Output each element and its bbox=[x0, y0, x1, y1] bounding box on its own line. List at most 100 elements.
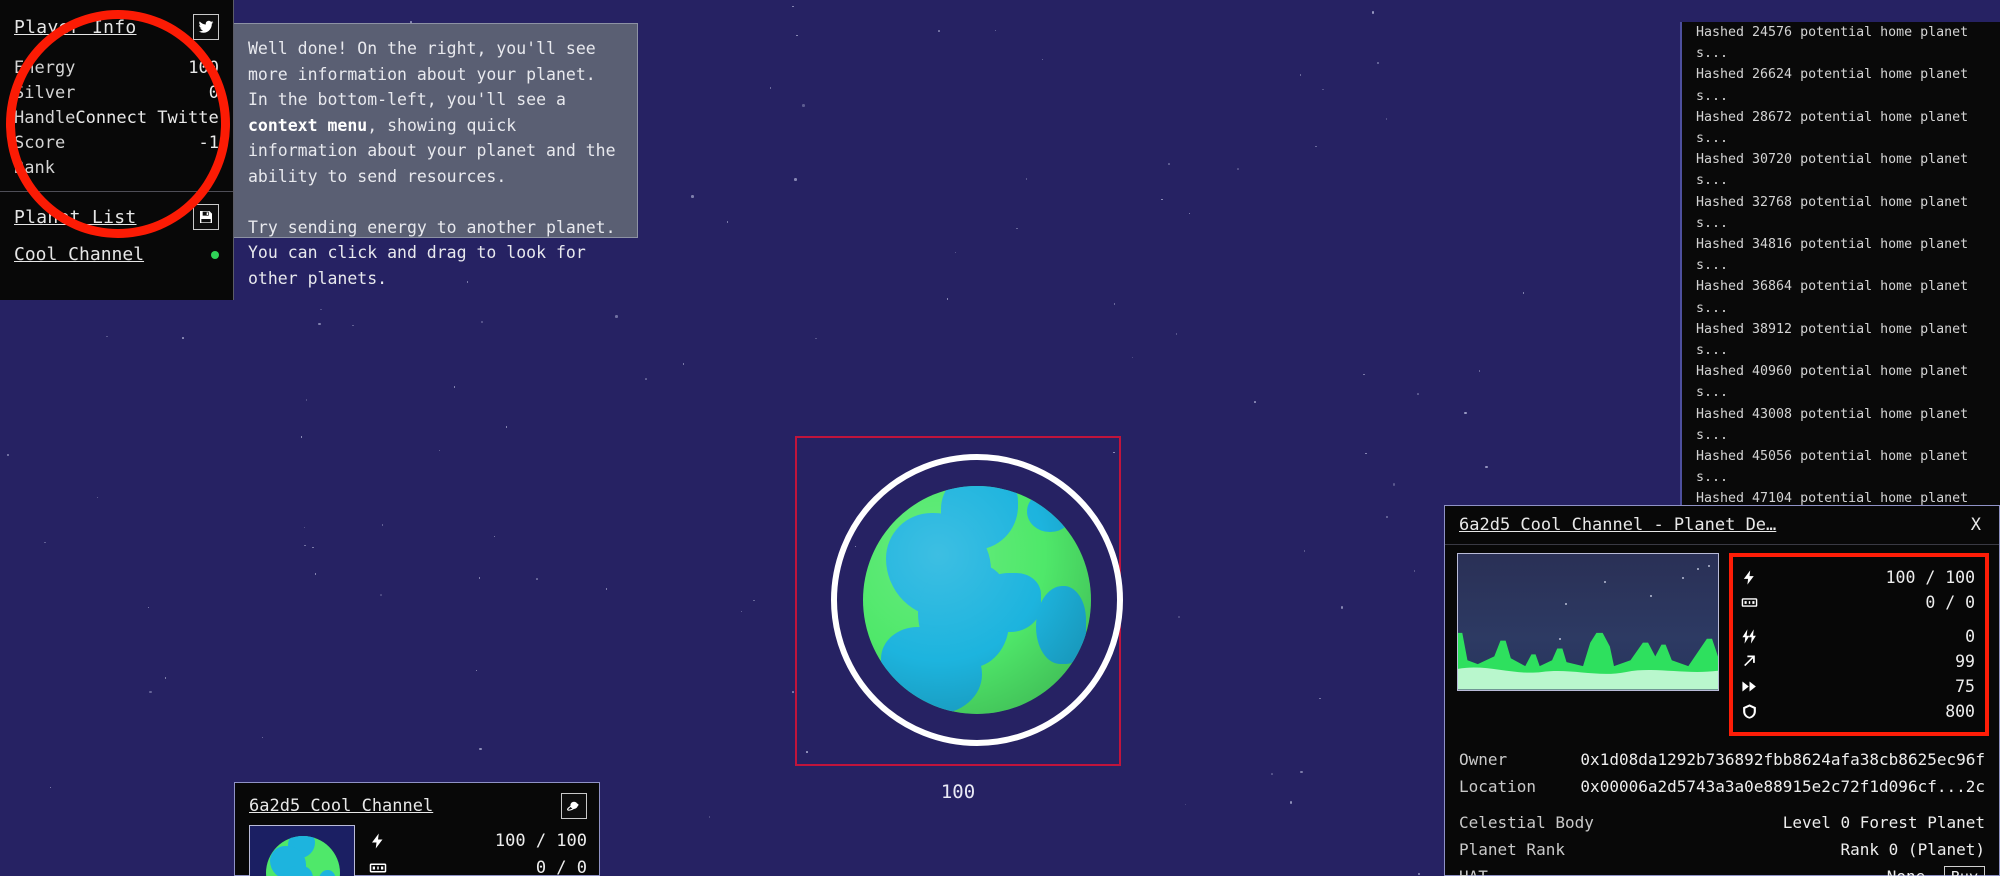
row-value: -1 bbox=[199, 131, 219, 156]
tutorial-text-a: Well done! On the right, you'll see more… bbox=[248, 39, 596, 109]
terminal-line: Hashed 40960 potential home planets... bbox=[1696, 361, 1994, 403]
terminal-line: Hashed 28672 potential home planets... bbox=[1696, 107, 1994, 149]
stat-row-speed: 75 bbox=[1741, 674, 1975, 699]
silver-bar-icon bbox=[1741, 594, 1763, 611]
row-label: Silver bbox=[14, 81, 75, 106]
fast-forward-icon bbox=[1741, 678, 1763, 695]
planet-details-rows: Owner 0x1d08da1292b736892fbb8624afa38cb8… bbox=[1457, 736, 1989, 876]
stat-value: 100 / 100 bbox=[495, 831, 587, 851]
detail-row-hat: HAT None Buy bbox=[1459, 863, 1985, 876]
planet-list-header: Planet List bbox=[14, 204, 219, 230]
detail-value: Level 0 Forest Planet bbox=[1783, 809, 1985, 836]
player-info-row-energy: Energy 100 bbox=[14, 56, 219, 81]
terminal-line: Hashed 45056 potential home planets... bbox=[1696, 446, 1994, 488]
forest-terrain-icon bbox=[1457, 627, 1719, 690]
planet-details-top: 100 / 100 0 / 0 0 99 bbox=[1457, 553, 1989, 736]
planet-details-body: 100 / 100 0 / 0 0 99 bbox=[1445, 545, 1999, 876]
terminal-line: Hashed 38912 potential home planets... bbox=[1696, 319, 1994, 361]
player-info-row-handle[interactable]: Handle Connect Twitter bbox=[14, 106, 219, 131]
selected-planet[interactable]: 100 bbox=[795, 436, 1121, 821]
connect-twitter-link[interactable]: Connect Twitter bbox=[75, 106, 229, 131]
row-value: - bbox=[209, 156, 219, 181]
player-info-rows: Energy 100 Silver 0 Handle Connect Twitt… bbox=[14, 56, 219, 181]
player-info-row-score: Score -1 bbox=[14, 131, 219, 156]
sidebar-item-cool-channel[interactable]: Cool Channel bbox=[14, 230, 219, 265]
stat-row-silver: 0 / 0 bbox=[1741, 590, 1975, 615]
left-sidebar: Player Info Energy 100 Silver 0 Handle C… bbox=[0, 0, 234, 300]
planet-thumbnail bbox=[1457, 553, 1719, 691]
game-screen: 100 Player Info Energy 100 Silver 0 bbox=[0, 0, 2000, 876]
stat-spacer bbox=[1741, 615, 1975, 624]
planet-stats-panel: 100 / 100 0 / 0 0 99 bbox=[1729, 553, 1989, 736]
stat-value: 75 bbox=[1955, 677, 1975, 696]
detail-label: Location bbox=[1459, 773, 1536, 800]
cm-stat-row-silver: 0 / 0 bbox=[369, 854, 587, 876]
context-menu-title[interactable]: 6a2d5 Cool Channel bbox=[249, 796, 433, 816]
planet-globe-icon[interactable] bbox=[863, 486, 1091, 714]
stat-value: 800 bbox=[1945, 702, 1975, 721]
stat-value: 0 / 0 bbox=[1925, 593, 1975, 612]
detail-label: Celestial Body bbox=[1459, 809, 1594, 836]
detail-label: Planet Rank bbox=[1459, 836, 1565, 863]
tutorial-box: Well done! On the right, you'll see more… bbox=[233, 23, 638, 238]
planet-globe-icon bbox=[266, 836, 340, 876]
stat-value: 0 / 0 bbox=[536, 858, 587, 876]
terminal-line: Hashed 36864 potential home planets... bbox=[1696, 276, 1994, 318]
terminal-line: Hashed 30720 potential home planets... bbox=[1696, 149, 1994, 191]
arrow-up-right-icon bbox=[1741, 653, 1763, 670]
planet-details-titlebar[interactable]: 6a2d5 Cool Channel - Planet De… X bbox=[1445, 506, 1999, 545]
tutorial-text-bold: context menu bbox=[248, 116, 367, 135]
player-info-title[interactable]: Player Info bbox=[14, 17, 137, 38]
planet-details-window: 6a2d5 Cool Channel - Planet De… X bbox=[1444, 505, 2000, 876]
saturn-planet-icon[interactable] bbox=[561, 793, 587, 819]
detail-label: HAT bbox=[1459, 863, 1488, 876]
terminal-line: Hashed 43008 potential home planets... bbox=[1696, 404, 1994, 446]
planet-list-item-label[interactable]: Cool Channel bbox=[14, 244, 144, 265]
context-menu-planet-thumbnail bbox=[249, 825, 355, 876]
silver-bar-icon bbox=[369, 859, 393, 876]
player-info-row-silver: Silver 0 bbox=[14, 81, 219, 106]
floppy-disk-icon[interactable] bbox=[193, 204, 219, 230]
energy-growth-icon bbox=[1741, 628, 1763, 645]
terminal-line: Hashed 34816 potential home planets... bbox=[1696, 234, 1994, 276]
cm-stat-row-energy: 100 / 100 bbox=[369, 827, 587, 854]
player-info-header: Player Info bbox=[14, 14, 219, 40]
tutorial-paragraph-2: Try sending energy to another planet. Yo… bbox=[248, 215, 623, 292]
planet-energy-label: 100 bbox=[795, 781, 1121, 803]
player-info-row-rank: Rank - bbox=[14, 156, 219, 181]
stat-value: 0 bbox=[1965, 627, 1975, 646]
planet-details-title: 6a2d5 Cool Channel - Planet De… bbox=[1459, 515, 1776, 535]
tutorial-paragraph-1: Well done! On the right, you'll see more… bbox=[248, 36, 623, 190]
detail-row-celestial-body: Celestial Body Level 0 Forest Planet bbox=[1459, 809, 1985, 836]
row-label: Score bbox=[14, 131, 65, 156]
detail-value: Rank 0 (Planet) bbox=[1841, 836, 1986, 863]
stat-row-range: 99 bbox=[1741, 649, 1975, 674]
context-menu-stats: 100 / 100 0 / 0 bbox=[369, 825, 587, 876]
terminal-line: Hashed 32768 potential home planets... bbox=[1696, 192, 1994, 234]
player-info-section: Player Info Energy 100 Silver 0 Handle C… bbox=[0, 0, 233, 191]
twitter-bird-icon[interactable] bbox=[193, 14, 219, 40]
detail-row-planet-rank: Planet Rank Rank 0 (Planet) bbox=[1459, 836, 1985, 863]
hat-value-group: None Buy bbox=[1887, 863, 1985, 876]
detail-gap bbox=[1459, 800, 1985, 809]
row-label: Rank bbox=[14, 156, 55, 181]
close-icon[interactable]: X bbox=[1965, 515, 1987, 535]
planet-list-section: Planet List Cool Channel bbox=[0, 192, 233, 275]
row-label: Handle bbox=[14, 106, 75, 131]
detail-value: 0x00006a2d5743a3a0e88915e2c72f1d096cf...… bbox=[1580, 773, 1985, 800]
lightning-bolt-icon bbox=[1741, 569, 1763, 586]
context-menu-header: 6a2d5 Cool Channel bbox=[235, 783, 599, 825]
terminal-log[interactable]: Hashed 24576 potential home planets... H… bbox=[1680, 22, 2000, 507]
detail-row-owner: Owner 0x1d08da1292b736892fbb8624afa38cb8… bbox=[1459, 746, 1985, 773]
planet-list-title[interactable]: Planet List bbox=[14, 207, 137, 228]
stat-value: 99 bbox=[1955, 652, 1975, 671]
context-menu: 6a2d5 Cool Channel 100 / 100 bbox=[234, 782, 600, 876]
detail-value: 0x1d08da1292b736892fbb8624afa38cb8625ec9… bbox=[1580, 746, 1985, 773]
tutorial-gap bbox=[248, 190, 623, 215]
terminal-line: Hashed 24576 potential home planets... bbox=[1696, 22, 1994, 64]
detail-value: None bbox=[1887, 867, 1926, 876]
row-value: 100 bbox=[188, 56, 219, 81]
stat-row-energy: 100 / 100 bbox=[1741, 565, 1975, 590]
row-label: Energy bbox=[14, 56, 75, 81]
buy-hat-button[interactable]: Buy bbox=[1944, 866, 1985, 876]
